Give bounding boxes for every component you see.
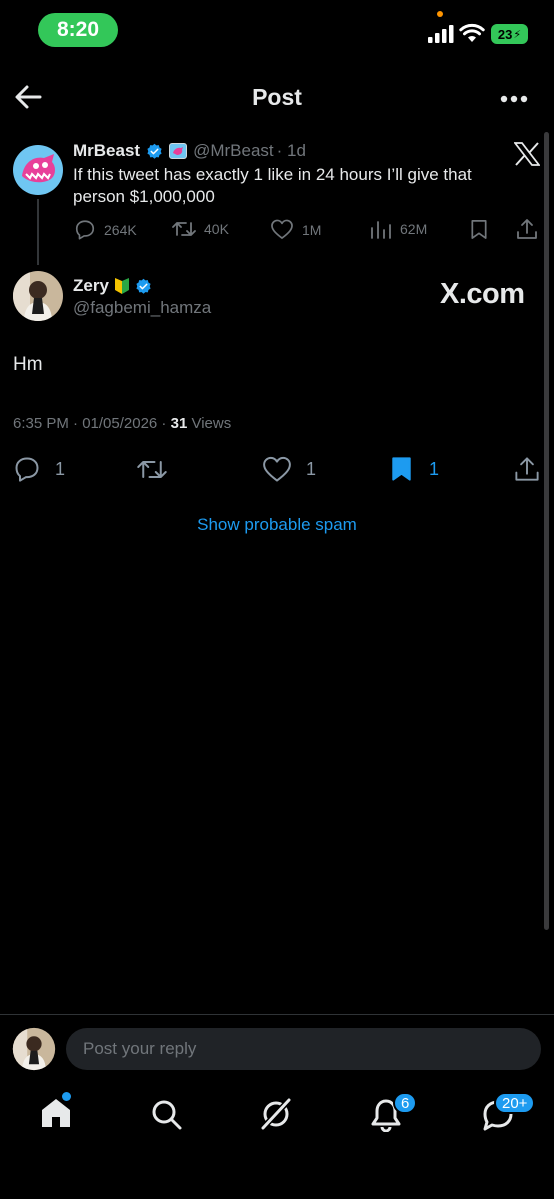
quoted-like-stat[interactable]: 1M xyxy=(270,219,321,240)
views-label: Views xyxy=(187,415,232,432)
privacy-indicator-dot xyxy=(437,11,443,17)
quoted-reply-stat[interactable]: 264K xyxy=(74,219,137,240)
reply-count: 1 xyxy=(55,458,66,479)
verified-badge-icon xyxy=(147,143,162,159)
more-options-button[interactable] xyxy=(500,95,528,103)
nav-search[interactable] xyxy=(151,1099,183,1131)
heart-icon xyxy=(271,219,293,239)
reply-input[interactable]: Post your reply xyxy=(66,1028,541,1070)
charging-bolt-icon: ⚡ xyxy=(513,28,522,41)
quoted-views-stat[interactable]: 62M xyxy=(370,219,427,239)
mrbeast-avatar[interactable] xyxy=(12,144,64,196)
reply-tweet-text[interactable]: Hm xyxy=(13,354,43,376)
reply-bar-avatar xyxy=(12,1027,56,1071)
status-time: 8:20 xyxy=(38,13,118,47)
reply-author-handle[interactable]: @fagbemi_hamza xyxy=(73,298,211,318)
views-count: 31 xyxy=(170,415,188,432)
home-notification-dot xyxy=(62,1092,71,1101)
repost-icon xyxy=(172,222,196,236)
x-com-watermark: X.com xyxy=(440,278,525,310)
timestamp-text: 6:35 PM · 01/05/2026 · xyxy=(13,415,171,432)
more-dots-icon xyxy=(500,95,528,103)
beginner-mark-icon xyxy=(114,278,129,294)
analytics-icon xyxy=(371,221,391,239)
quoted-tweet-text-line2: person $1,000,000 xyxy=(73,187,215,206)
notifications-badge: 6 xyxy=(393,1092,418,1114)
reply-action-button[interactable]: 1 xyxy=(13,456,65,482)
quoted-tweet-text-line1: If this tweet has exactly 1 like in 24 h… xyxy=(73,165,472,184)
bookmark-count: 1 xyxy=(429,458,440,479)
search-icon xyxy=(152,1100,182,1130)
quoted-views-count: 62M xyxy=(400,221,428,237)
bookmark-filled-icon xyxy=(392,457,411,481)
author-handle[interactable]: @MrBeast xyxy=(193,141,274,161)
share-icon xyxy=(515,457,539,481)
quoted-tweet-header: MrBeast @MrBeast · 1d xyxy=(73,141,306,161)
repost-action-button[interactable] xyxy=(136,457,168,482)
x-logo-icon xyxy=(514,142,540,166)
affiliate-logo-icon xyxy=(173,147,184,155)
zery-avatar[interactable] xyxy=(12,270,64,322)
reply-tweet-header: Zery xyxy=(73,276,152,296)
heart-icon xyxy=(263,456,291,482)
quoted-share-button[interactable] xyxy=(516,218,538,240)
quoted-tweet-text[interactable]: If this tweet has exactly 1 like in 24 h… xyxy=(73,164,472,208)
quoted-bookmark-button[interactable] xyxy=(470,219,488,240)
affiliate-badge xyxy=(169,143,188,159)
reply-icon xyxy=(15,457,39,482)
scrollbar[interactable] xyxy=(544,132,549,930)
nav-grok[interactable] xyxy=(258,1096,294,1132)
battery-level: 23 xyxy=(497,26,513,42)
bookmark-action-button[interactable]: 1 xyxy=(390,456,439,482)
repost-icon xyxy=(137,461,167,478)
quoted-reply-count: 264K xyxy=(104,221,137,238)
author-name[interactable]: MrBeast xyxy=(73,141,140,161)
quoted-like-count: 1M xyxy=(302,221,322,238)
thread-line xyxy=(37,199,39,265)
reply-icon xyxy=(75,220,95,240)
quoted-repost-count: 40K xyxy=(204,221,229,237)
nav-home[interactable] xyxy=(40,1092,72,1130)
share-icon xyxy=(517,219,537,239)
battery-indicator: 23 ⚡ xyxy=(491,24,528,44)
grok-icon xyxy=(259,1096,293,1132)
home-icon xyxy=(42,1099,70,1127)
share-action-button[interactable] xyxy=(514,456,540,482)
quoted-repost-stat[interactable]: 40K xyxy=(172,219,229,239)
reply-author-name[interactable]: Zery xyxy=(73,276,109,296)
bookmark-icon xyxy=(471,220,487,239)
reply-input-placeholder: Post your reply xyxy=(83,1039,197,1058)
page-title: Post xyxy=(252,84,302,110)
tweet-timestamp: 6:35 PM · 01/05/2026 · 31 Views xyxy=(13,415,231,432)
tweet-age: · 1d xyxy=(276,141,306,160)
wifi-icon xyxy=(459,23,485,43)
signal-icon xyxy=(428,25,454,43)
messages-badge: 20+ xyxy=(494,1092,536,1114)
like-count: 1 xyxy=(306,459,317,479)
like-action-button[interactable]: 1 xyxy=(262,456,316,483)
verified-badge-icon xyxy=(136,278,151,294)
show-probable-spam-link[interactable]: Show probable spam xyxy=(0,515,554,535)
reply-bar-divider xyxy=(0,1014,554,1015)
